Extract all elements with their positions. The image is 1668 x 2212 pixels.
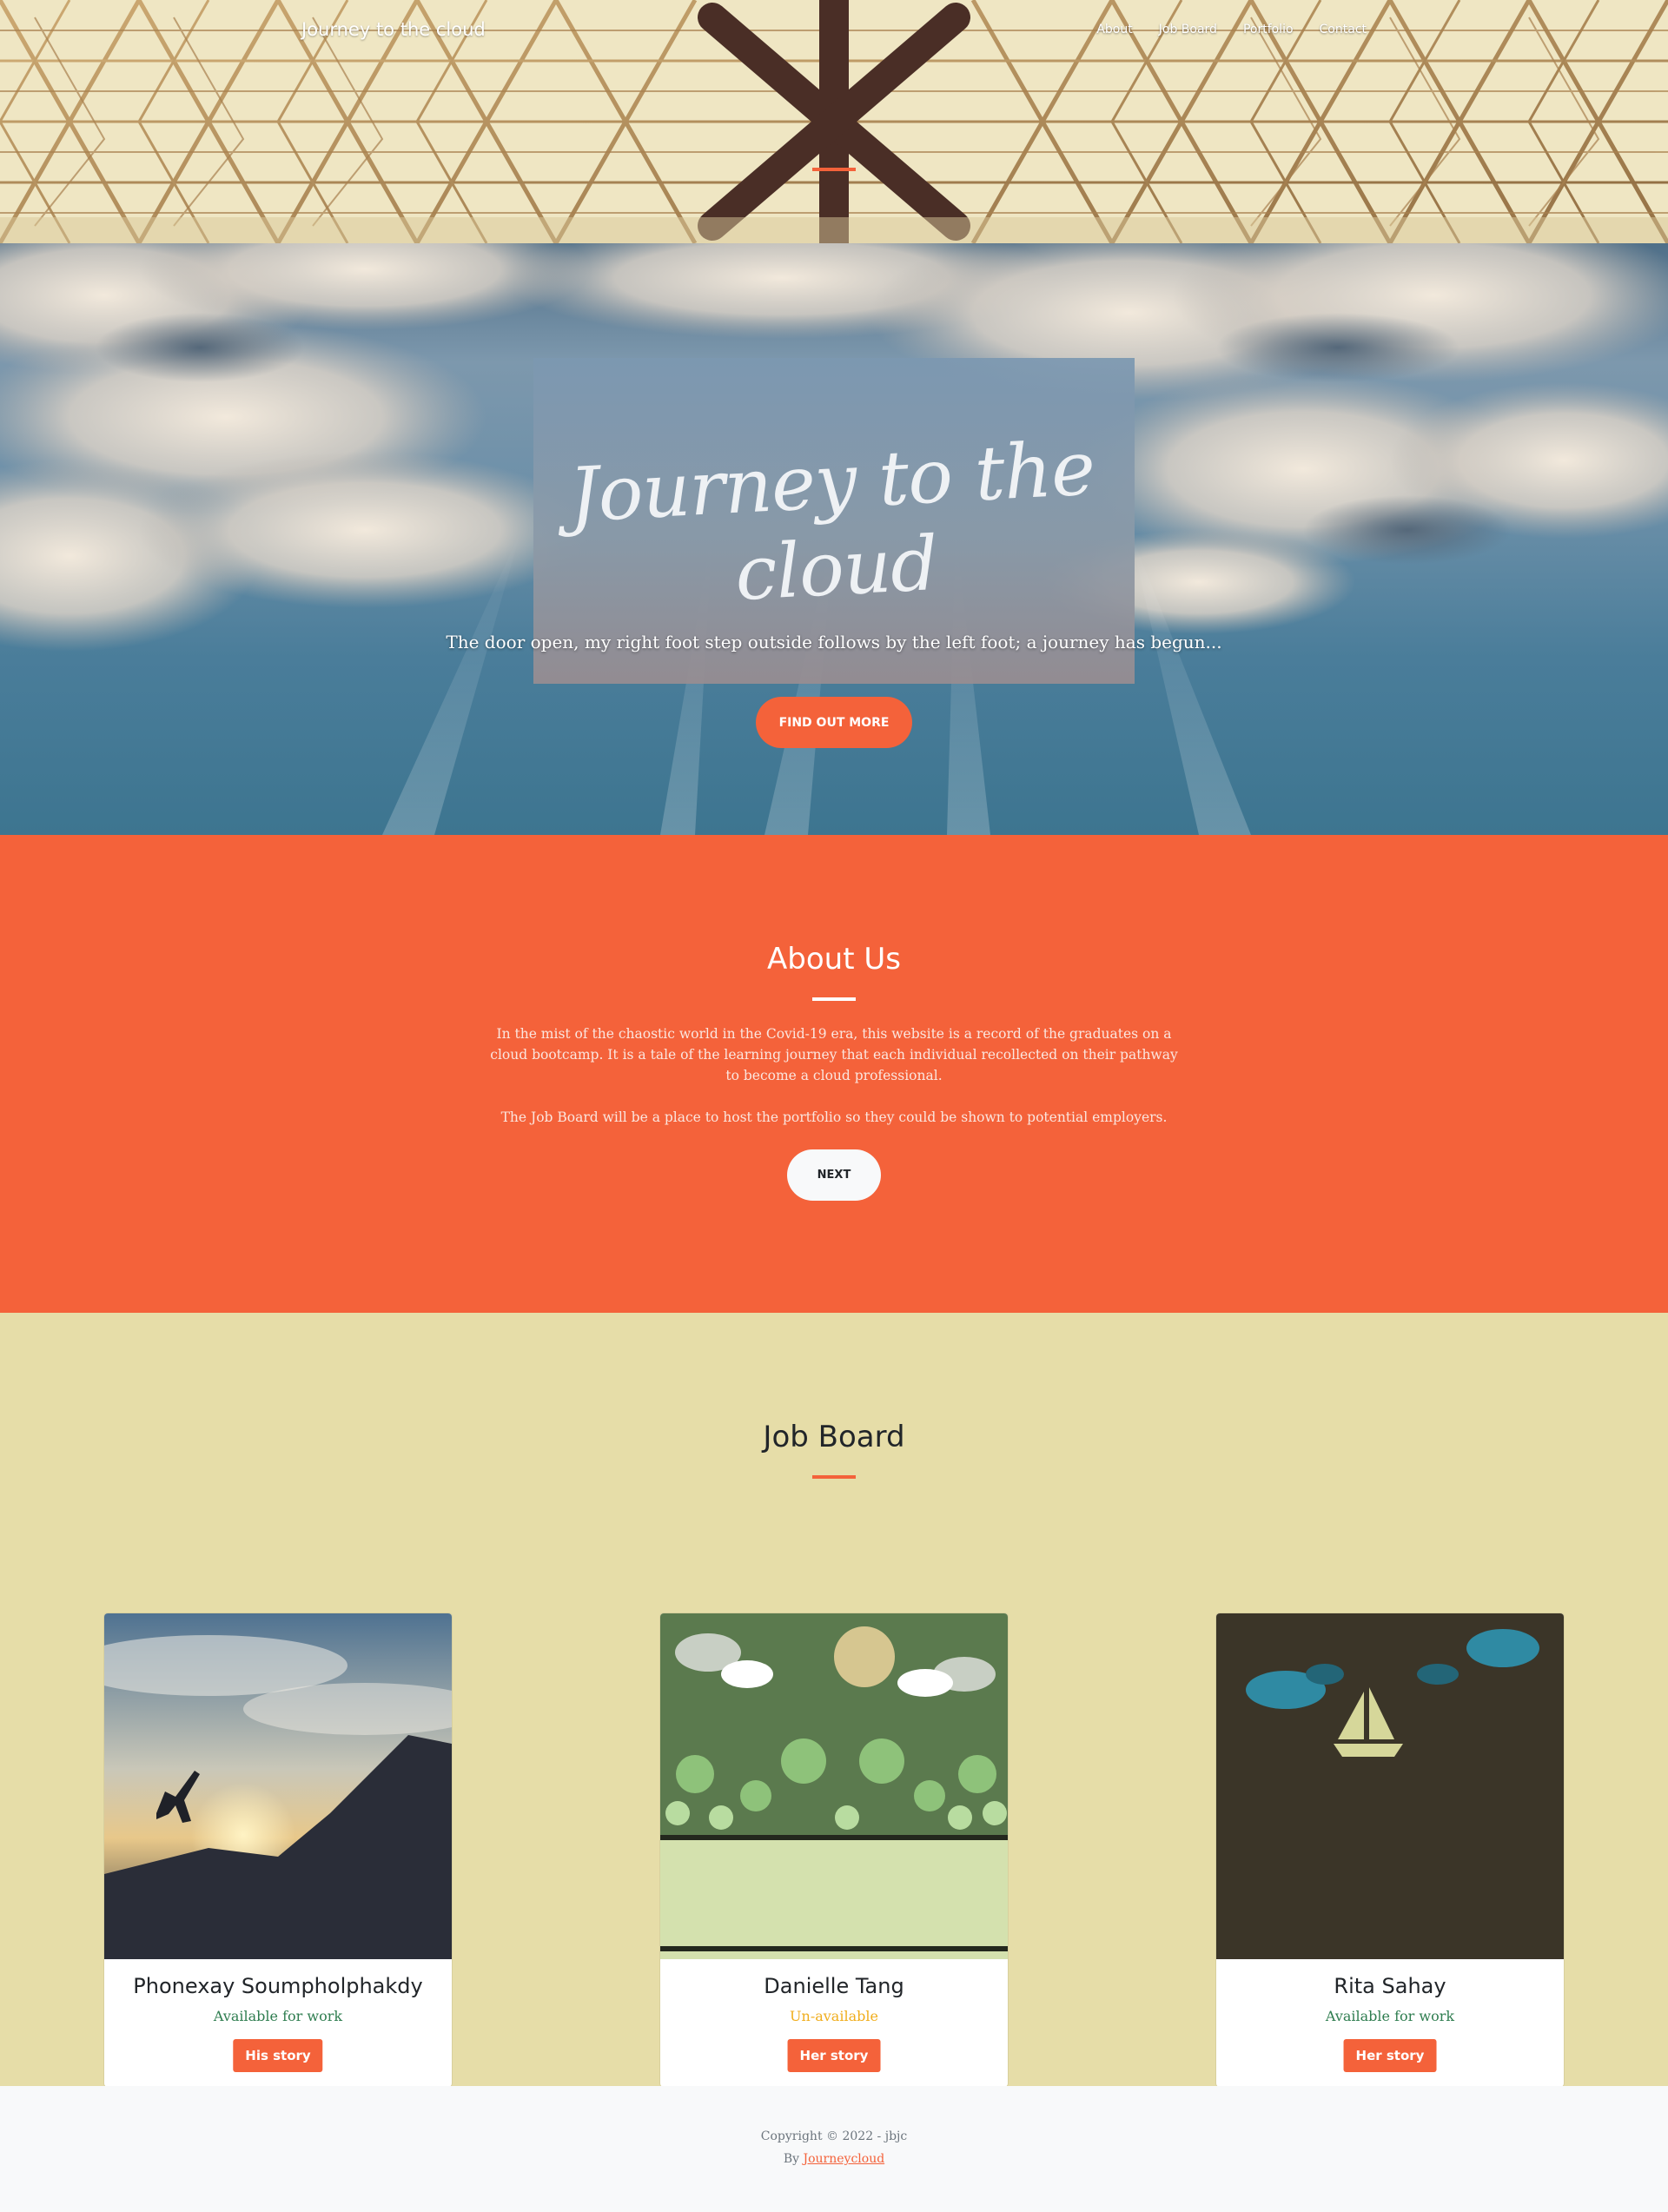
find-out-more-button[interactable]: FIND OUT MORE [756,697,912,748]
nav-link-portfolio[interactable]: Portfolio [1243,23,1294,36]
card-image-reaching-for-the-sky[interactable] [660,1613,1008,1959]
banner-divider [812,168,856,171]
hero-title: Journey to the cloud [566,425,1097,618]
footer: Copyright © 2022 - jbjc By Journeycloud [0,2086,1668,2212]
about-divider [812,997,856,1001]
job-board-section: Job Board Phonexay Soumpholphakdy Availa… [0,1313,1668,2087]
hero-tagline: The door open, my right foot step outsid… [446,632,1222,652]
story-button[interactable]: Her story [787,2039,881,2072]
story-button[interactable]: Her story [1343,2039,1437,2072]
about-paragraph-1: In the mist of the chaostic world in the… [490,1026,1178,1083]
portfolio-card: Rita Sahay Available for work Her story [1216,1613,1564,2087]
about-heading: About Us [767,942,901,977]
brand-link[interactable]: Journey to the cloud [301,19,486,40]
about-section: About Us In the mist of the chaostic wor… [0,835,1668,1313]
nav-link-about[interactable]: About [1096,23,1132,36]
card-name: Danielle Tang [764,1974,904,1998]
card-status: Available for work [213,2008,343,2024]
card-image-sailing-to-the-cloud[interactable] [1216,1613,1564,1959]
job-board-divider [812,1475,856,1479]
journeycloud-link[interactable]: Journeycloud [803,2152,884,2166]
header-banner: Journey to the cloud About Job Board Por… [0,0,1668,243]
portfolio-card: Danielle Tang Un-available Her story [660,1613,1008,2087]
nav-links: About Job Board Portfolio Contact [1096,23,1367,36]
nav-link-contact[interactable]: Contact [1320,23,1367,36]
card-image-set-no-limits[interactable] [104,1613,452,1959]
job-board-heading: Job Board [763,1420,905,1454]
footer-by-prefix: By [783,2152,800,2166]
copyright-text: Copyright © 2022 - jbjc [760,2129,908,2143]
hero-section: Journey to the cloud The door open, my r… [0,243,1668,835]
portfolio-card: Phonexay Soumpholphakdy Available for wo… [104,1613,452,2087]
footer-credit: By Journeycloud [0,2152,1668,2166]
top-navbar: Journey to the cloud About Job Board Por… [0,0,1668,61]
about-paragraph-2: The Job Board will be a place to host th… [500,1109,1168,1125]
card-status: Un-available [790,2008,878,2024]
story-button[interactable]: His story [233,2039,323,2072]
card-status: Available for work [1325,2008,1455,2024]
card-name: Rita Sahay [1334,1974,1446,1998]
nav-link-job-board[interactable]: Job Board [1159,23,1217,36]
next-button[interactable]: NEXT [787,1149,881,1201]
card-name: Phonexay Soumpholphakdy [133,1974,423,1998]
